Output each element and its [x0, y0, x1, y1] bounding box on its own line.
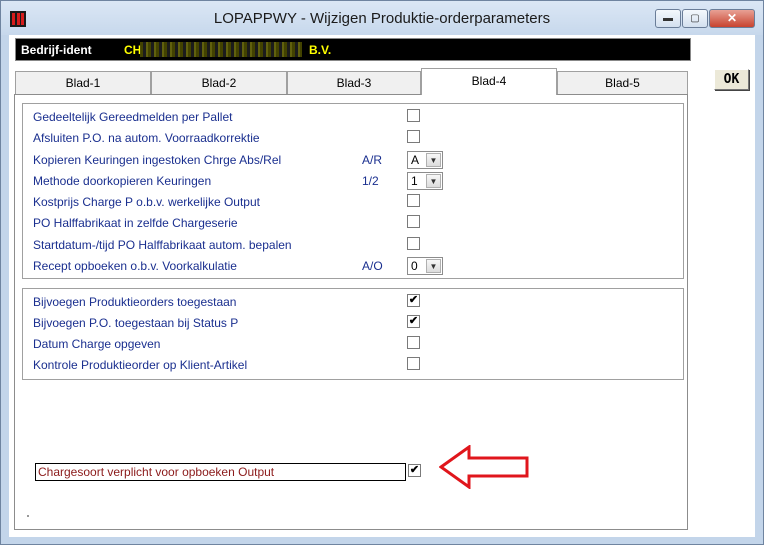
tab-blad-5[interactable]: Blad-5 — [557, 71, 688, 94]
param-row: Kontrole Produktieorder op Klient-Artike… — [31, 355, 671, 375]
annotation-arrow-icon — [439, 445, 529, 489]
parameter-group-2: Bijvoegen Produktieorders toegestaan ✔ B… — [22, 288, 684, 380]
param-checkbox[interactable] — [407, 130, 420, 143]
param-checkbox[interactable] — [407, 357, 420, 370]
param-row: Methode doorkopieren Keuringen 1/2 1 ▼ — [31, 171, 671, 191]
param-label: Kontrole Produktieorder op Klient-Artike… — [33, 358, 248, 372]
chevron-down-icon[interactable]: ▼ — [426, 153, 441, 167]
param-select[interactable]: 1 ▼ — [407, 172, 443, 190]
close-button[interactable]: ✕ — [709, 9, 755, 28]
company-ident-bar: Bedrijf-ident CH B.V. — [15, 38, 691, 61]
param-code: 1/2 — [362, 174, 379, 188]
redacted-company-name — [140, 42, 302, 57]
chargesoort-checkbox[interactable]: ✔ — [408, 464, 421, 477]
param-row: Datum Charge opgeven — [31, 334, 671, 354]
param-label: Afsluiten P.O. na autom. Voorraadkorrekt… — [33, 131, 260, 145]
window-title: LOPAPPWY - Wijzigen Produktie-orderparam… — [213, 10, 551, 27]
param-checkbox[interactable] — [407, 194, 420, 207]
tab-blad-4[interactable]: Blad-4 — [421, 68, 557, 95]
stray-dot — [27, 515, 29, 517]
select-value: 0 — [411, 259, 418, 273]
tab-blad-1[interactable]: Blad-1 — [15, 71, 151, 94]
parameter-group-1: Gedeeltelijk Gereedmelden per Pallet Afs… — [22, 103, 684, 279]
param-label: Datum Charge opgeven — [33, 337, 161, 351]
param-label: Recept opboeken o.b.v. Voorkalkulatie — [33, 259, 237, 273]
select-value: 1 — [411, 174, 418, 188]
param-label: Bijvoegen Produktieorders toegestaan — [33, 295, 237, 309]
param-label: Startdatum-/tijd PO Halffabrikaat autom.… — [33, 238, 292, 252]
maximize-button[interactable]: ▢ — [682, 9, 708, 28]
param-label: Kopieren Keuringen ingestoken Chrge Abs/… — [33, 153, 282, 167]
param-row: Bijvoegen Produktieorders toegestaan ✔ — [31, 292, 671, 312]
app-window: LOPAPPWY - Wijzigen Produktie-orderparam… — [0, 0, 764, 545]
param-row: Kopieren Keuringen ingestoken Chrge Abs/… — [31, 150, 671, 170]
param-select[interactable]: A ▼ — [407, 151, 443, 169]
param-checkbox[interactable]: ✔ — [407, 315, 420, 328]
chargesoort-field[interactable]: Chargesoort verplicht voor opboeken Outp… — [35, 463, 406, 481]
param-row: Recept opboeken o.b.v. Voorkalkulatie A/… — [31, 256, 671, 276]
param-row: Gedeeltelijk Gereedmelden per Pallet — [31, 107, 671, 127]
param-row: Afsluiten P.O. na autom. Voorraadkorrekt… — [31, 128, 671, 148]
param-checkbox[interactable] — [407, 109, 420, 122]
param-code: A/O — [362, 259, 383, 273]
param-checkbox[interactable] — [407, 215, 420, 228]
param-label: Kostprijs Charge P o.b.v. werkelijke Out… — [33, 195, 260, 209]
client-area: Bedrijf-ident CH B.V. OK Blad-1 Blad-2 B… — [9, 35, 755, 537]
param-code: A/R — [362, 153, 383, 167]
param-row: PO Halffabrikaat in zelfde Chargeserie — [31, 213, 671, 233]
param-label: PO Halffabrikaat in zelfde Chargeserie — [33, 216, 238, 230]
param-checkbox[interactable]: ✔ — [407, 294, 420, 307]
minimize-button[interactable]: ▬ — [655, 9, 681, 28]
param-checkbox[interactable] — [407, 336, 420, 349]
chevron-down-icon[interactable]: ▼ — [426, 174, 441, 188]
ok-button[interactable]: OK — [714, 69, 749, 90]
tab-blad-2[interactable]: Blad-2 — [151, 71, 287, 94]
tab-strip: Blad-1 Blad-2 Blad-3 Blad-4 Blad-5 — [15, 68, 688, 95]
ident-suffix: B.V. — [309, 43, 332, 57]
ident-label: Bedrijf-ident — [21, 43, 92, 57]
param-row: Kostprijs Charge P o.b.v. werkelijke Out… — [31, 192, 671, 212]
param-row: Startdatum-/tijd PO Halffabrikaat autom.… — [31, 235, 671, 255]
title-bar[interactable]: LOPAPPWY - Wijzigen Produktie-orderparam… — [1, 1, 763, 35]
param-checkbox[interactable] — [407, 237, 420, 250]
chargesoort-label: Chargesoort verplicht voor opboeken Outp… — [38, 465, 275, 479]
param-label: Methode doorkopieren Keuringen — [33, 174, 212, 188]
ident-value: CH — [124, 43, 142, 57]
param-label: Gedeeltelijk Gereedmelden per Pallet — [33, 110, 233, 124]
select-value: A — [411, 153, 420, 167]
chevron-down-icon[interactable]: ▼ — [426, 259, 441, 273]
tab-panel-blad-4: Gedeeltelijk Gereedmelden per Pallet Afs… — [14, 94, 688, 530]
param-select[interactable]: 0 ▼ — [407, 257, 443, 275]
param-row: Bijvoegen P.O. toegestaan bij Status P ✔ — [31, 313, 671, 333]
param-label: Bijvoegen P.O. toegestaan bij Status P — [33, 316, 239, 330]
tab-blad-3[interactable]: Blad-3 — [287, 71, 421, 94]
